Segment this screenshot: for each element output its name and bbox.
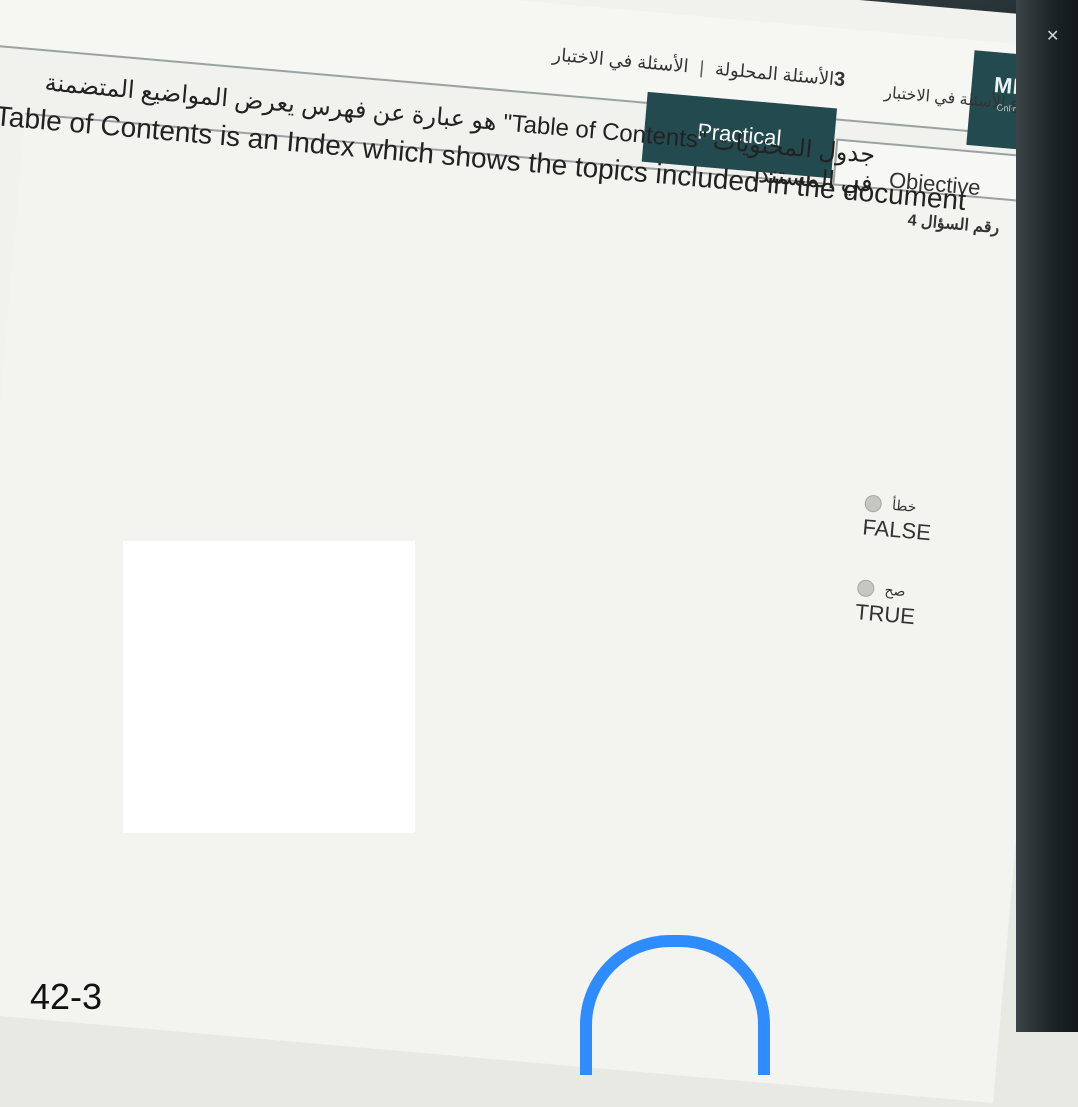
monitor-bezel-right (1016, 0, 1078, 1032)
radio-icon[interactable] (856, 579, 875, 598)
option-false[interactable]: خطأ FALSE (861, 494, 1004, 552)
option-true-arabic: صح (884, 581, 907, 600)
close-icon[interactable]: ✕ (1046, 26, 1072, 52)
option-true[interactable]: صح TRUE (854, 579, 997, 637)
page-label: 42-3 (30, 976, 103, 1017)
option-false-arabic: خطأ (891, 497, 918, 516)
option-false-label: FALSE (861, 514, 932, 546)
redaction-box (123, 541, 415, 833)
radio-icon[interactable] (863, 494, 883, 514)
option-true-label: TRUE (854, 599, 917, 630)
in-test-label: الأسئلة في الاختبار (551, 44, 690, 77)
